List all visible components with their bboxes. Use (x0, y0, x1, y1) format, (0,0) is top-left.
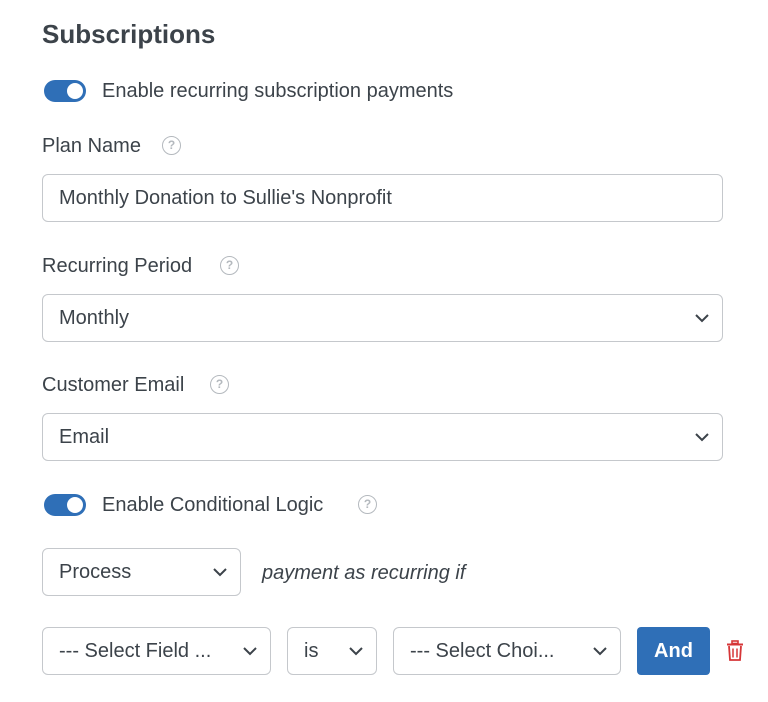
rule-field-value: --- Select Field ... (59, 639, 212, 662)
customer-email-select[interactable]: Email (42, 413, 723, 461)
customer-email-value: Email (59, 425, 110, 448)
conditional-logic-toggle[interactable] (44, 494, 86, 516)
question-circle-icon[interactable]: ? (210, 375, 229, 394)
toggle-knob (67, 497, 83, 513)
conditional-action-select[interactable]: Process (42, 548, 241, 596)
chevron-down-icon (349, 647, 363, 656)
section-title: Subscriptions (42, 19, 216, 49)
rule-choice-select[interactable]: --- Select Choi... (393, 627, 621, 675)
conditional-action-suffix: payment as recurring if (262, 562, 466, 584)
conditional-action-value: Process (59, 560, 132, 583)
rule-field-select[interactable]: --- Select Field ... (42, 627, 271, 675)
question-circle-icon[interactable]: ? (162, 136, 181, 155)
rule-choice-value: --- Select Choi... (410, 639, 555, 662)
recurring-period-select[interactable]: Monthly (42, 294, 723, 342)
recurring-subscription-toggle[interactable] (44, 80, 86, 102)
chevron-down-icon (213, 568, 227, 577)
trash-icon (727, 640, 743, 661)
customer-email-label: Customer Email (42, 374, 185, 396)
toggle-knob (67, 83, 83, 99)
recurring-period-label: Recurring Period (42, 255, 193, 277)
question-circle-icon[interactable]: ? (358, 495, 377, 514)
recurring-subscription-label: Enable recurring subscription payments (102, 80, 454, 102)
recurring-period-value: Monthly (59, 306, 130, 329)
conditional-logic-label: Enable Conditional Logic (102, 494, 324, 516)
delete-rule-button[interactable] (725, 640, 745, 662)
chevron-down-icon (695, 433, 709, 442)
plan-name-label: Plan Name (42, 135, 141, 157)
plan-name-input[interactable]: Monthly Donation to Sullie's Nonprofit (42, 174, 723, 222)
plan-name-value: Monthly Donation to Sullie's Nonprofit (59, 186, 392, 209)
chevron-down-icon (695, 314, 709, 323)
and-button[interactable]: And (637, 627, 710, 675)
rule-operator-value: is (304, 639, 319, 662)
chevron-down-icon (593, 647, 607, 656)
question-circle-icon[interactable]: ? (220, 256, 239, 275)
rule-operator-select[interactable]: is (287, 627, 377, 675)
chevron-down-icon (243, 647, 257, 656)
